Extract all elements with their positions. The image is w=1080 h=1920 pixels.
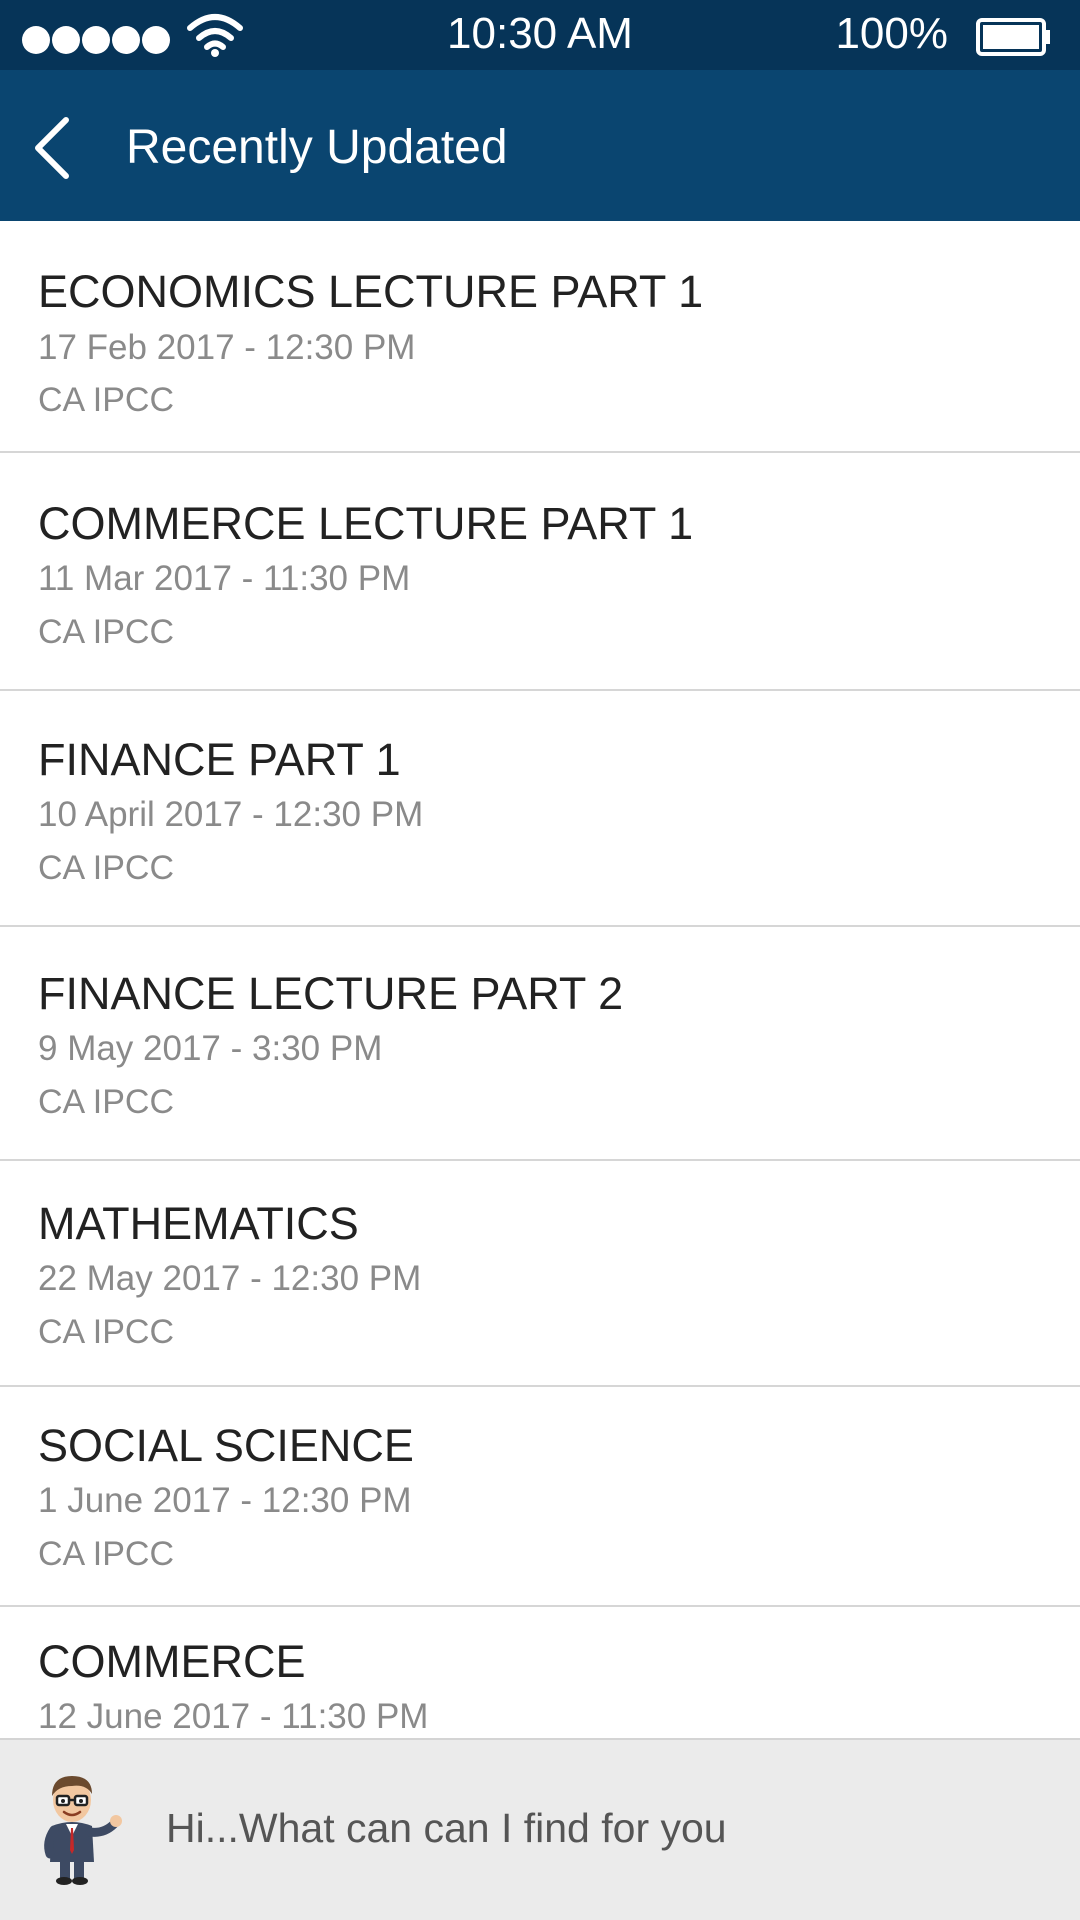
battery-icon — [976, 18, 1050, 56]
item-title: MATHEMATICS — [38, 1198, 359, 1249]
battery-percent: 100% — [835, 9, 948, 58]
item-date: 10 April 2017 - 12:30 PM — [38, 795, 424, 834]
item-category: CA IPCC — [38, 1313, 175, 1351]
item-title: SOCIAL SCIENCE — [38, 1420, 414, 1471]
app-bar: Recently Updated — [0, 70, 1080, 221]
item-title: FINANCE LECTURE PART 2 — [38, 968, 624, 1019]
assistant-prompt: Hi...What can can I find for you — [166, 1805, 727, 1851]
item-date: 11 Mar 2017 - 11:30 PM — [38, 559, 411, 598]
item-title: FINANCE PART 1 — [38, 734, 401, 785]
item-date: 12 June 2017 - 11:30 PM — [38, 1697, 429, 1736]
item-date: 1 June 2017 - 12:30 PM — [38, 1481, 412, 1520]
list-item[interactable]: MATHEMATICS 22 May 2017 - 12:30 PM CA IP… — [0, 1161, 1080, 1387]
item-category: CA IPCC — [38, 381, 175, 419]
status-bar: 10:30 AM 100% — [0, 0, 1080, 70]
list-item[interactable]: SOCIAL SCIENCE 1 June 2017 - 12:30 PM CA… — [0, 1387, 1080, 1607]
item-category: CA IPCC — [38, 613, 175, 651]
item-date: 17 Feb 2017 - 12:30 PM — [38, 328, 416, 367]
item-category: CA IPCC — [38, 849, 175, 887]
item-category: CA IPCC — [38, 1535, 175, 1573]
list-item[interactable]: COMMERCE LECTURE PART 1 11 Mar 2017 - 11… — [0, 453, 1080, 691]
page-title: Recently Updated — [126, 121, 508, 174]
chevron-left-icon — [35, 117, 69, 179]
item-title: COMMERCE LECTURE PART 1 — [38, 498, 694, 549]
item-category: CA IPCC — [38, 1083, 175, 1121]
recently-updated-list: ECONOMICS LECTURE PART 1 17 Feb 2017 - 1… — [0, 221, 1080, 1807]
back-button[interactable] — [26, 112, 86, 182]
assistant-bar[interactable]: Hi...What can can I find for you — [0, 1738, 1080, 1920]
item-title: COMMERCE — [38, 1636, 306, 1687]
assistant-avatar-icon — [44, 1776, 122, 1885]
item-date: 22 May 2017 - 12:30 PM — [38, 1259, 422, 1298]
item-title: ECONOMICS LECTURE PART 1 — [38, 266, 704, 317]
item-date: 9 May 2017 - 3:30 PM — [38, 1029, 383, 1068]
list-item[interactable]: ECONOMICS LECTURE PART 1 17 Feb 2017 - 1… — [0, 221, 1080, 453]
list-item[interactable]: FINANCE PART 1 10 April 2017 - 12:30 PM … — [0, 691, 1080, 927]
list-item[interactable]: FINANCE LECTURE PART 2 9 May 2017 - 3:30… — [0, 927, 1080, 1161]
